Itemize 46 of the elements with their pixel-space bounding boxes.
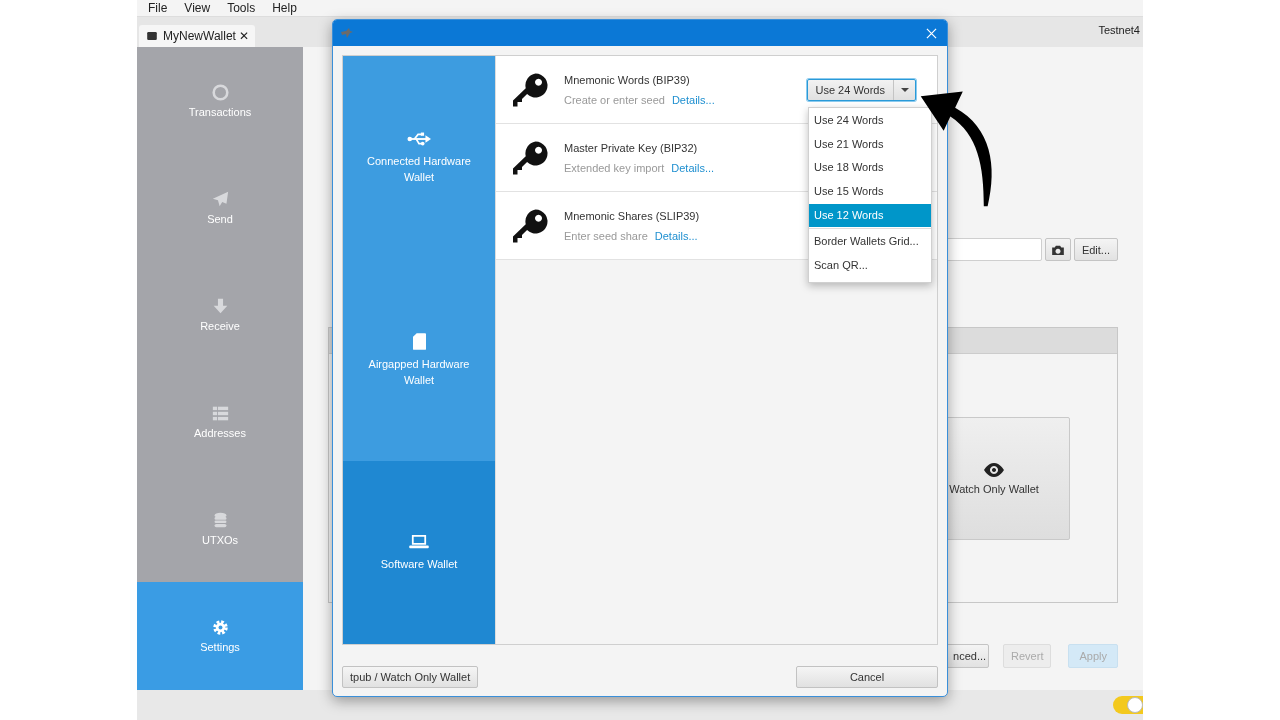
watch-only-button[interactable]: tpub / Watch Only Wallet [342, 666, 479, 688]
camera-icon [1051, 244, 1064, 255]
toggle-switch[interactable] [1113, 696, 1143, 714]
menu-item[interactable]: Help [272, 1, 297, 15]
option-title: Master Private Key (BIP32) [564, 141, 699, 154]
sd-card-icon [412, 333, 426, 350]
key-icon [513, 139, 549, 176]
close-icon[interactable] [926, 27, 937, 39]
word-count-dropdown[interactable]: Use 24 Words [806, 78, 916, 101]
key-icon [513, 207, 549, 244]
caret-icon [900, 87, 909, 92]
cancel-button[interactable]: Cancel [796, 666, 938, 688]
dropdown-item[interactable]: Use 21 Words [809, 132, 931, 157]
card-label: Watch Only Wallet [949, 482, 1039, 495]
option-subtitle: Extended key import [564, 161, 665, 174]
close-tab-button[interactable]: ✕ [238, 29, 249, 43]
paper-plane-icon [211, 190, 229, 208]
grid-icon [211, 404, 229, 422]
details-link[interactable]: Details... [654, 229, 698, 242]
dropdown-item[interactable]: Use 15 Words [809, 180, 931, 204]
dropdown-item[interactable]: Scan QR... [809, 254, 931, 278]
option-title: Mnemonic Shares (SLIP39) [564, 209, 700, 222]
menu-item[interactable]: Tools [227, 1, 256, 15]
key-icon [513, 71, 549, 108]
dropdown-item[interactable]: Border Wallets Grid... [809, 230, 931, 255]
wallet-category[interactable]: Software Wallet [343, 461, 495, 644]
dropdown-item[interactable]: Use 24 Words [809, 109, 931, 133]
usb-icon [407, 131, 431, 147]
camera-button[interactable] [1044, 238, 1071, 261]
menu-item[interactable]: File [148, 1, 168, 15]
network-label: Testnet4 [1098, 24, 1140, 36]
details-link[interactable]: Details... [671, 93, 715, 106]
down-arrow-icon [211, 297, 229, 315]
details-link[interactable]: Details... [671, 161, 715, 174]
edit-button[interactable]: Edit... [1073, 238, 1118, 261]
dropdown-item[interactable]: Use 18 Words [809, 156, 931, 181]
laptop-icon [407, 533, 431, 550]
option-subtitle: Enter seed share [564, 229, 648, 242]
eye-icon [983, 462, 1005, 477]
option-title: Mnemonic Words (BIP39) [564, 73, 691, 86]
menu-item[interactable]: View [184, 1, 211, 15]
wallet-tab[interactable]: MyNewWallet ✕ [139, 25, 255, 47]
gear-icon [211, 619, 229, 636]
option-subtitle: Create or enter seed [564, 93, 665, 106]
wallet-icon [147, 32, 157, 40]
tab-label: MyNewWallet [163, 29, 236, 43]
